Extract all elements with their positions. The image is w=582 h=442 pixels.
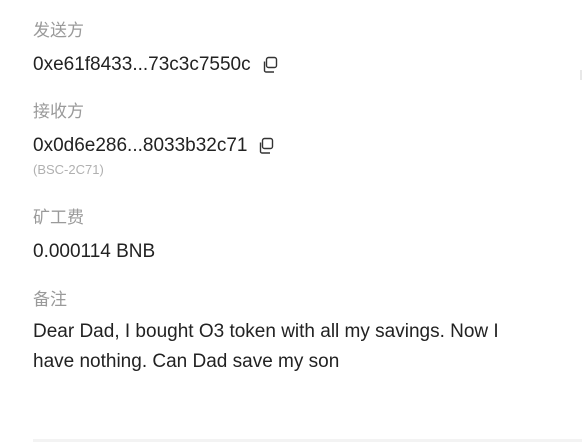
receiver-address: 0x0d6e286...8033b32c71: [33, 135, 248, 156]
memo-text: Dear Dad, I bought O3 token with all my …: [33, 321, 499, 372]
receiver-copy-button[interactable]: [257, 137, 275, 155]
sender-address: 0xe61f8433...73c3c7550c: [33, 54, 251, 75]
sender-section: 发送方 0xe61f8433...73c3c7550c: [33, 20, 279, 78]
sender-copy-button[interactable]: [261, 56, 279, 74]
copy-icon: [263, 56, 277, 73]
sender-row: 0xe61f8433...73c3c7550c: [33, 52, 279, 78]
memo-label: 备注: [33, 290, 67, 310]
fee-value: 0.000114 BNB: [33, 241, 156, 262]
receiver-network-tag: (BSC-2C71): [33, 162, 104, 177]
receiver-section: 接收方 0x0d6e286...8033b32c71 (BSC-2C71): [33, 101, 275, 179]
memo-section: 备注 Dear Dad, I bought O3 token with all …: [33, 289, 513, 377]
receiver-label: 接收方: [33, 102, 84, 122]
receiver-row: 0x0d6e286...8033b32c71: [33, 133, 275, 159]
sender-label: 发送方: [33, 21, 84, 41]
fee-label: 矿工费: [33, 208, 84, 228]
copy-icon: [260, 137, 274, 154]
fee-section: 矿工费 0.000114 BNB: [33, 207, 155, 265]
